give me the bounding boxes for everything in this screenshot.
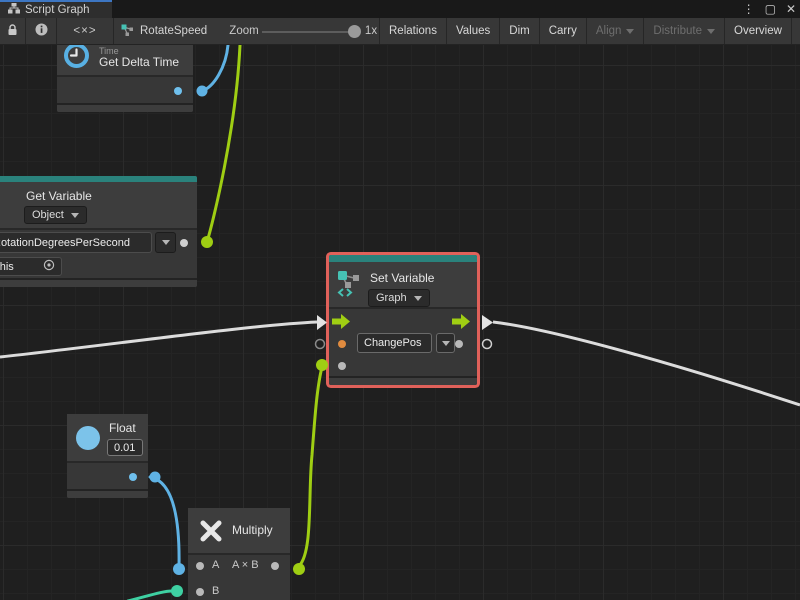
port-label-b: B [212,585,219,597]
target-object-field[interactable]: This [0,257,62,276]
variable-name-dropdown-button[interactable] [155,232,176,253]
wire-endpoint-lime[interactable] [201,236,213,248]
variable-scope-dropdown[interactable]: Graph [368,289,430,307]
toolbar-button-relations[interactable]: Relations [380,18,447,44]
lock-button[interactable] [0,18,26,44]
variable-name-field[interactable]: ChangePos [357,333,432,353]
flow-output-arrow[interactable] [452,314,470,334]
wire-endpoint-teal[interactable] [171,585,183,597]
port-multiply-result[interactable] [271,562,279,570]
zoom-slider-handle[interactable] [348,25,361,38]
lock-icon [7,24,18,39]
variable-name-dropdown-button[interactable] [436,333,455,353]
port-delta-time-output[interactable] [174,87,182,95]
node-accent-strip [329,255,477,262]
node-title: Set Variable [370,271,434,285]
tab-bar: Script Graph ⋮ ▢ ✕ [0,0,800,18]
multiply-icon [196,516,226,551]
graph-breadcrumb-icon [120,23,134,40]
wire-endpoint-lime[interactable] [316,359,328,371]
code-preview-button[interactable]: <×> [57,18,114,44]
node-multiply[interactable]: Multiply A A × B B [188,508,290,600]
chevron-down-icon [162,240,170,245]
zoom-slider-track[interactable] [262,31,352,33]
variable-name-field[interactable]: RotationDegreesPerSecond [0,232,152,253]
node-title: Multiply [232,523,273,537]
toolbar-button-values[interactable]: Values [447,18,500,44]
wire-endpoint-blue[interactable] [150,472,161,483]
variable-icon [336,269,364,302]
chevron-down-icon [707,29,715,34]
node-set-variable[interactable]: Set Variable Graph ChangePos [329,255,477,385]
free-port-left [316,340,325,349]
clock-icon [63,45,90,74]
port-label-a: A [212,559,219,571]
chevron-down-icon [626,29,634,34]
toolbar-button-overview[interactable]: Overview [725,18,792,44]
window-close-icon[interactable]: ✕ [786,0,796,18]
float-icon [75,425,101,456]
graph-tab-icon [8,3,20,17]
script-graph-window: Script Graph ⋮ ▢ ✕ <×> [0,0,800,600]
zoom-label: Zoom [228,18,260,44]
node-title: Get Variable [26,189,92,203]
wire-control-out[interactable] [493,322,800,405]
port-variable-name-input[interactable] [338,340,346,348]
toolbar-button-align[interactable]: Align [587,18,645,44]
control-arrowhead-in [317,315,327,330]
flow-input-arrow[interactable] [332,314,350,334]
toolbar-button-dim[interactable]: Dim [500,18,539,44]
port-get-variable-output[interactable] [180,239,188,247]
tab-title: Script Graph [25,4,90,16]
node-get-variable[interactable]: Get Variable Object RotationDegreesPerSe… [0,176,197,287]
zoom-value: 1x [362,18,380,44]
variable-scope-dropdown[interactable]: Object [24,206,87,224]
object-picker-icon[interactable] [43,259,55,274]
chevron-down-icon [71,213,79,218]
code-icon: <×> [73,25,96,37]
port-float-output[interactable] [129,473,137,481]
port-label-result: A × B [232,559,259,571]
info-button[interactable] [26,18,57,44]
wire-multiply-to-set-variable[interactable] [299,367,322,566]
window-maximize-icon[interactable]: ▢ [765,0,776,18]
graph-breadcrumb[interactable]: RotateSpeed [120,18,215,44]
graph-canvas[interactable]: Time Get Delta Time Get Variable Object … [0,45,800,600]
wire-endpoint-blue[interactable] [173,563,185,575]
toolbar-button-distribute[interactable]: Distribute [644,18,725,44]
graph-name: RotateSpeed [140,25,207,37]
wire-endpoint-blue[interactable] [197,86,208,97]
free-port-right [483,340,492,349]
graph-toolbar: <×> RotateSpeed Zoom 1x Relations Values… [0,18,800,45]
wire-delta-time[interactable] [202,45,228,91]
wire-control-in[interactable] [0,322,317,357]
wire-get-variable[interactable] [207,45,240,242]
info-icon [35,23,48,39]
port-set-variable-output[interactable] [455,340,463,348]
node-title: Float [109,421,136,435]
node-get-delta-time[interactable]: Time Get Delta Time [57,45,193,112]
port-multiply-b[interactable] [196,588,204,596]
port-multiply-a[interactable] [196,562,204,570]
toolbar-button-carry[interactable]: Carry [540,18,587,44]
node-title: Get Delta Time [99,56,179,70]
chevron-down-icon [414,296,422,301]
wire-endpoint-lime[interactable] [293,563,305,575]
float-value-field[interactable]: 0.01 [107,439,143,456]
window-menu-icon[interactable]: ⋮ [743,0,755,18]
node-float[interactable]: Float 0.01 [67,414,148,498]
tab-script-graph[interactable]: Script Graph [0,0,112,18]
wire-to-multiply-b[interactable] [128,591,172,600]
control-arrowhead-out [482,315,493,330]
chevron-down-icon [442,341,450,346]
port-value-input[interactable] [338,362,346,370]
wire-float-to-multiply[interactable] [150,477,179,567]
toolbar-button-fullscreen[interactable]: Full Screen [792,18,800,44]
